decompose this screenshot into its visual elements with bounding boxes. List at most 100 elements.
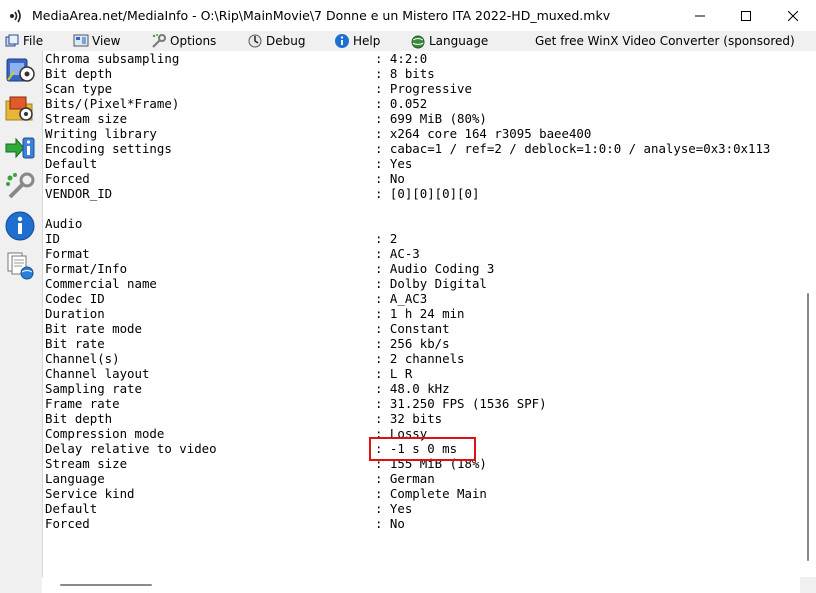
menu-help-label: Help	[353, 34, 381, 48]
menu-language[interactable]: Language	[410, 31, 488, 51]
info-row-key: Channel(s)	[45, 351, 120, 366]
open-file-icon	[6, 58, 35, 82]
about-button[interactable]	[4, 210, 36, 242]
minimize-button[interactable]	[677, 0, 723, 31]
mediainfo-app-icon	[8, 8, 24, 24]
info-row-key: Bit rate mode	[45, 321, 142, 336]
menu-view[interactable]: View	[73, 31, 120, 51]
scrollbar-corner	[800, 577, 816, 593]
help-icon	[334, 33, 350, 49]
menu-debug[interactable]: Debug	[247, 31, 305, 51]
info-row-value: : [0][0][0][0]	[375, 186, 480, 201]
info-row-value: : L R	[375, 366, 413, 381]
info-row-key: Delay relative to video	[45, 441, 217, 456]
info-row-key: Codec ID	[45, 291, 105, 306]
info-row-value: : cabac=1 / ref=2 / deblock=1:0:0 / anal…	[375, 141, 771, 156]
info-row-value: : 2	[375, 231, 398, 246]
info-row-value: : Yes	[375, 156, 413, 171]
info-row-value: : x264 core 164 r3095 baee400	[375, 126, 592, 141]
info-row-key: Stream size	[45, 456, 128, 471]
info-row-key: Audio	[45, 216, 83, 231]
info-row-value: : 699 MiB (80%)	[375, 111, 487, 126]
horizontal-scrollbar[interactable]	[42, 577, 800, 593]
open-folder-button[interactable]	[4, 93, 36, 125]
info-row-key: Chroma subsampling	[45, 51, 180, 66]
menu-language-label: Language	[429, 34, 489, 48]
menu-help[interactable]: Help	[334, 31, 380, 51]
info-row-key: Bit depth	[45, 66, 113, 81]
open-file-button[interactable]	[4, 54, 36, 86]
info-row-value: : Constant	[375, 321, 450, 336]
info-row-key: Stream size	[45, 111, 128, 126]
info-row-key: Format	[45, 246, 90, 261]
vertical-scroll-thumb[interactable]	[807, 293, 809, 561]
info-row-value: : No	[375, 516, 405, 531]
info-row-key: Scan type	[45, 81, 113, 96]
info-row-key: Duration	[45, 306, 105, 321]
options-icon	[151, 33, 167, 49]
info-row-key: Bits/(Pixel*Frame)	[45, 96, 180, 111]
export-button[interactable]	[4, 132, 36, 164]
file-icon	[4, 33, 20, 49]
view-icon	[73, 33, 89, 49]
info-row-value: : Complete Main	[375, 486, 487, 501]
info-row-value: : Dolby Digital	[375, 276, 487, 291]
info-row-key: VENDOR_ID	[45, 186, 113, 201]
menu-view-label: View	[92, 34, 121, 48]
info-row-value: : No	[375, 171, 405, 186]
info-row-value: : 48.0 kHz	[375, 381, 450, 396]
info-row-key: Channel layout	[45, 366, 150, 381]
info-row-value: : Yes	[375, 501, 413, 516]
info-row-key: Commercial name	[45, 276, 157, 291]
knowledge-base-button[interactable]	[4, 249, 36, 281]
maximize-button[interactable]	[723, 0, 769, 31]
info-row-value: : 4:2:0	[375, 51, 428, 66]
info-row-key: Format/Info	[45, 261, 128, 276]
language-icon	[410, 33, 426, 49]
info-row-key: Service kind	[45, 486, 135, 501]
export-icon	[5, 137, 35, 159]
menu-options-label: Options	[170, 34, 217, 48]
info-row-key: Writing library	[45, 126, 157, 141]
menu-file-label: File	[23, 34, 44, 48]
sponsor-link[interactable]: Get free WinX Video Converter (sponsored…	[535, 31, 795, 51]
info-row-key: Language	[45, 471, 105, 486]
window-title: MediaArea.net/MediaInfo - O:\Rip\MainMov…	[32, 8, 611, 23]
info-row-key: Default	[45, 501, 98, 516]
info-icon	[5, 211, 35, 241]
info-row-value: : 2 channels	[375, 351, 465, 366]
menu-options[interactable]: Options	[151, 31, 216, 51]
info-row-value: : AC-3	[375, 246, 420, 261]
close-button[interactable]	[770, 0, 816, 31]
info-row-value: : Audio Coding 3	[375, 261, 495, 276]
horizontal-scroll-thumb[interactable]	[60, 584, 152, 586]
info-row-key: Sampling rate	[45, 381, 142, 396]
vertical-scrollbar[interactable]	[800, 51, 816, 577]
documents-web-icon	[7, 252, 34, 280]
title-bar: MediaArea.net/MediaInfo - O:\Rip\MainMov…	[0, 0, 816, 31]
info-row-key: Encoding settings	[45, 141, 172, 156]
info-row-key: Compression mode	[45, 426, 165, 441]
info-row-value: : 256 kb/s	[375, 336, 450, 351]
info-row-key: Frame rate	[45, 396, 120, 411]
debug-icon	[247, 33, 263, 49]
menu-file[interactable]: File	[4, 31, 43, 51]
preferences-button[interactable]	[4, 171, 36, 203]
info-row-value: : 0.052	[375, 96, 428, 111]
folder-icon	[5, 96, 33, 121]
media-info-text-view[interactable]: Chroma subsampling : 4:2:0 Bit depth : 8 bi…	[42, 51, 816, 593]
left-toolbar	[0, 51, 40, 593]
info-row-value: : A_AC3	[375, 291, 428, 306]
info-row-value: : 32 bits	[375, 411, 443, 426]
info-row-value: : 1 h 24 min	[375, 306, 465, 321]
info-row-value: : German	[375, 471, 435, 486]
info-row-key: Bit rate	[45, 336, 105, 351]
info-row-key: Forced	[45, 516, 90, 531]
highlight-box	[369, 437, 476, 461]
menu-debug-label: Debug	[266, 34, 306, 48]
preferences-icon	[6, 172, 35, 199]
info-row-key: Default	[45, 156, 98, 171]
info-row-key: Bit depth	[45, 411, 113, 426]
info-row-value: : 8 bits	[375, 66, 435, 81]
info-row-key: ID	[45, 231, 60, 246]
